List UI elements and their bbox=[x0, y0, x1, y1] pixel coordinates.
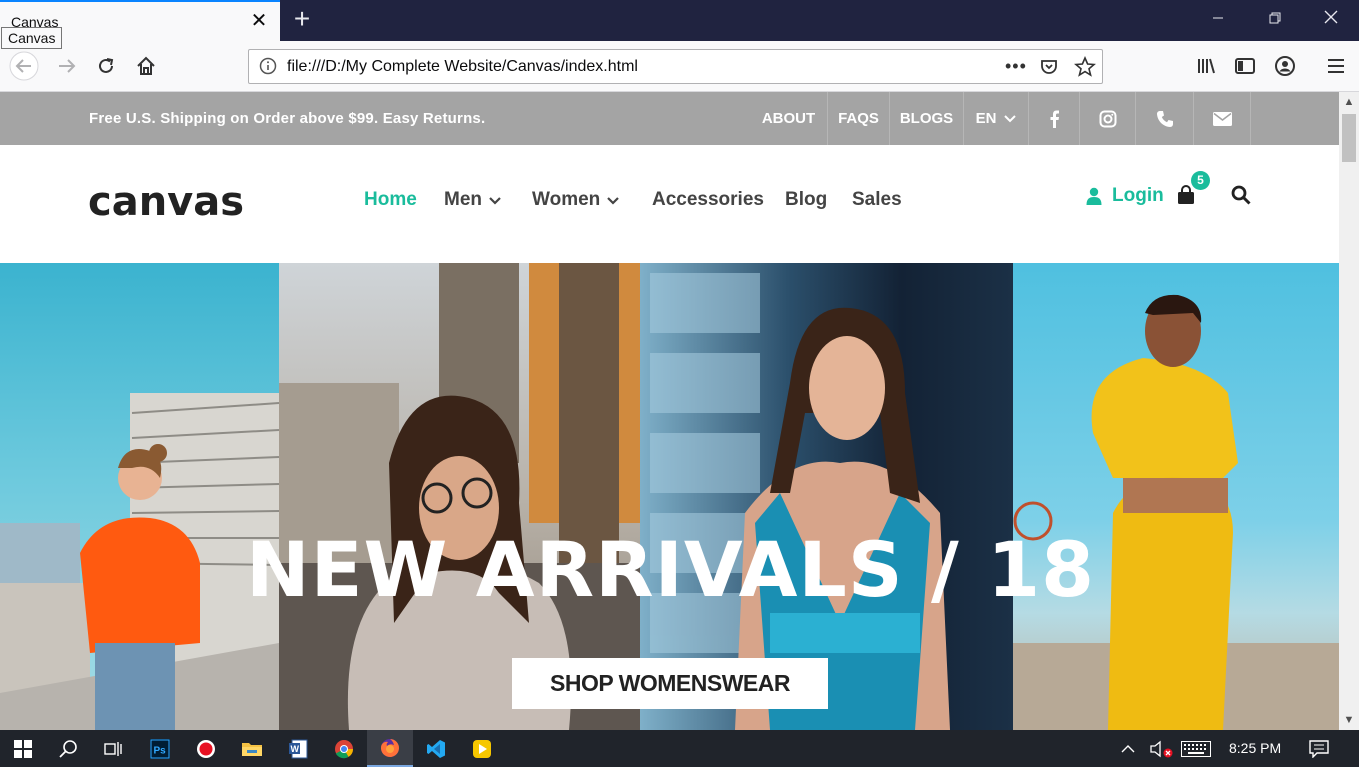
windows-taskbar: Ps W 8:25 PM bbox=[0, 730, 1359, 767]
site-logo[interactable]: canvas bbox=[88, 179, 244, 225]
blogs-link[interactable]: BLOGS bbox=[889, 92, 963, 145]
nav-home[interactable]: Home bbox=[364, 189, 417, 211]
window-close-icon[interactable] bbox=[1302, 0, 1359, 41]
site-info-icon[interactable] bbox=[259, 57, 277, 80]
vscode-icon[interactable] bbox=[413, 730, 459, 767]
photoshop-icon[interactable]: Ps bbox=[137, 730, 183, 767]
nav-men[interactable]: Men bbox=[444, 189, 502, 211]
sidebar-icon[interactable] bbox=[1230, 51, 1260, 81]
word-icon[interactable]: W bbox=[275, 730, 321, 767]
notifications-icon[interactable] bbox=[1297, 730, 1341, 767]
firefox-icon[interactable] bbox=[367, 730, 413, 767]
nav-men-label: Men bbox=[444, 189, 482, 210]
forward-icon[interactable] bbox=[52, 51, 82, 81]
search-icon[interactable] bbox=[45, 730, 91, 767]
url-text: file:///D:/My Complete Website/Canvas/in… bbox=[287, 58, 638, 75]
top-info-bar: Free U.S. Shipping on Order above $99. E… bbox=[0, 92, 1339, 145]
chevron-down-icon bbox=[1004, 114, 1017, 122]
hero-image-1 bbox=[0, 263, 279, 730]
cart-count-badge: 5 bbox=[1191, 171, 1210, 190]
new-tab-icon[interactable]: + bbox=[288, 5, 316, 34]
facebook-icon[interactable] bbox=[1028, 92, 1079, 145]
minimize-icon[interactable] bbox=[1189, 0, 1247, 41]
browser-toolbar: file:///D:/My Complete Website/Canvas/in… bbox=[0, 41, 1359, 92]
user-icon bbox=[1086, 187, 1102, 205]
bookmark-star-icon[interactable] bbox=[1074, 55, 1096, 83]
nav-accessories[interactable]: Accessories bbox=[652, 189, 764, 211]
account-icon[interactable] bbox=[1270, 51, 1300, 81]
scroll-down-icon[interactable]: ▼ bbox=[1339, 710, 1359, 730]
hero-slider: NEW ARRIVALS / 18 SHOP WOMENSWEAR bbox=[0, 263, 1339, 730]
clock[interactable]: 8:25 PM bbox=[1229, 740, 1281, 756]
reload-icon[interactable] bbox=[91, 51, 121, 81]
hero-image-4 bbox=[1013, 263, 1339, 730]
nav-accessories-label: Accessories bbox=[652, 189, 764, 210]
nav-women[interactable]: Women bbox=[532, 189, 620, 211]
about-link[interactable]: ABOUT bbox=[750, 92, 827, 145]
page-scrollbar[interactable] bbox=[1339, 92, 1359, 730]
nav-home-label: Home bbox=[364, 189, 417, 210]
login-link[interactable]: Login bbox=[1086, 185, 1164, 207]
chevron-down-icon bbox=[607, 196, 620, 205]
email-icon[interactable] bbox=[1193, 92, 1251, 145]
scroll-thumb[interactable] bbox=[1342, 114, 1356, 162]
search-icon[interactable] bbox=[1231, 185, 1251, 210]
keyboard-icon[interactable] bbox=[1176, 730, 1216, 767]
faqs-link[interactable]: FAQS bbox=[827, 92, 889, 145]
svg-text:W: W bbox=[291, 744, 300, 754]
shipping-promo: Free U.S. Shipping on Order above $99. E… bbox=[89, 110, 486, 127]
volume-muted-icon[interactable] bbox=[1143, 730, 1179, 767]
home-icon[interactable] bbox=[131, 51, 161, 81]
nav-blog-label: Blog bbox=[785, 189, 828, 210]
phone-icon[interactable] bbox=[1135, 92, 1193, 145]
nav-sales[interactable]: Sales bbox=[852, 189, 902, 211]
screen-recorder-icon[interactable] bbox=[183, 730, 229, 767]
task-view-icon[interactable] bbox=[90, 730, 136, 767]
language-selector[interactable]: EN bbox=[963, 92, 1028, 145]
back-icon[interactable] bbox=[9, 51, 39, 81]
windows-start-icon[interactable] bbox=[0, 730, 46, 767]
chrome-icon[interactable] bbox=[321, 730, 367, 767]
nav-blog[interactable]: Blog bbox=[785, 189, 827, 211]
address-bar[interactable]: file:///D:/My Complete Website/Canvas/in… bbox=[248, 49, 1103, 84]
chevron-up-icon[interactable] bbox=[1108, 730, 1148, 767]
hero-title: NEW ARRIVALS / 18 bbox=[0, 525, 1339, 614]
login-label: Login bbox=[1112, 185, 1164, 206]
scroll-up-icon[interactable]: ▲ bbox=[1339, 92, 1359, 112]
restore-icon[interactable] bbox=[1246, 0, 1304, 41]
chevron-down-icon bbox=[489, 196, 501, 205]
shop-womenswear-button[interactable]: SHOP WOMENSWEAR bbox=[512, 658, 828, 709]
library-icon[interactable] bbox=[1191, 51, 1221, 81]
page-actions-icon[interactable]: ••• bbox=[1005, 56, 1027, 77]
nav-sales-label: Sales bbox=[852, 189, 902, 210]
menu-icon[interactable] bbox=[1321, 51, 1351, 81]
instagram-icon[interactable] bbox=[1079, 92, 1135, 145]
nav-women-label: Women bbox=[532, 189, 601, 210]
svg-text:Ps: Ps bbox=[154, 745, 167, 756]
media-player-icon[interactable] bbox=[459, 730, 505, 767]
tab-tooltip: Canvas bbox=[1, 27, 63, 49]
close-tab-icon[interactable]: ✕ bbox=[248, 10, 270, 32]
language-label: EN bbox=[975, 110, 997, 127]
browser-tab-strip: Canvas ✕ + bbox=[0, 0, 1359, 41]
hero-title-text: NEW ARRIVALS / 18 bbox=[245, 525, 1096, 614]
file-explorer-icon[interactable] bbox=[229, 730, 275, 767]
pocket-icon[interactable] bbox=[1039, 57, 1059, 82]
site-header: canvas Home Men Women Accessories Blog S… bbox=[0, 145, 1339, 263]
